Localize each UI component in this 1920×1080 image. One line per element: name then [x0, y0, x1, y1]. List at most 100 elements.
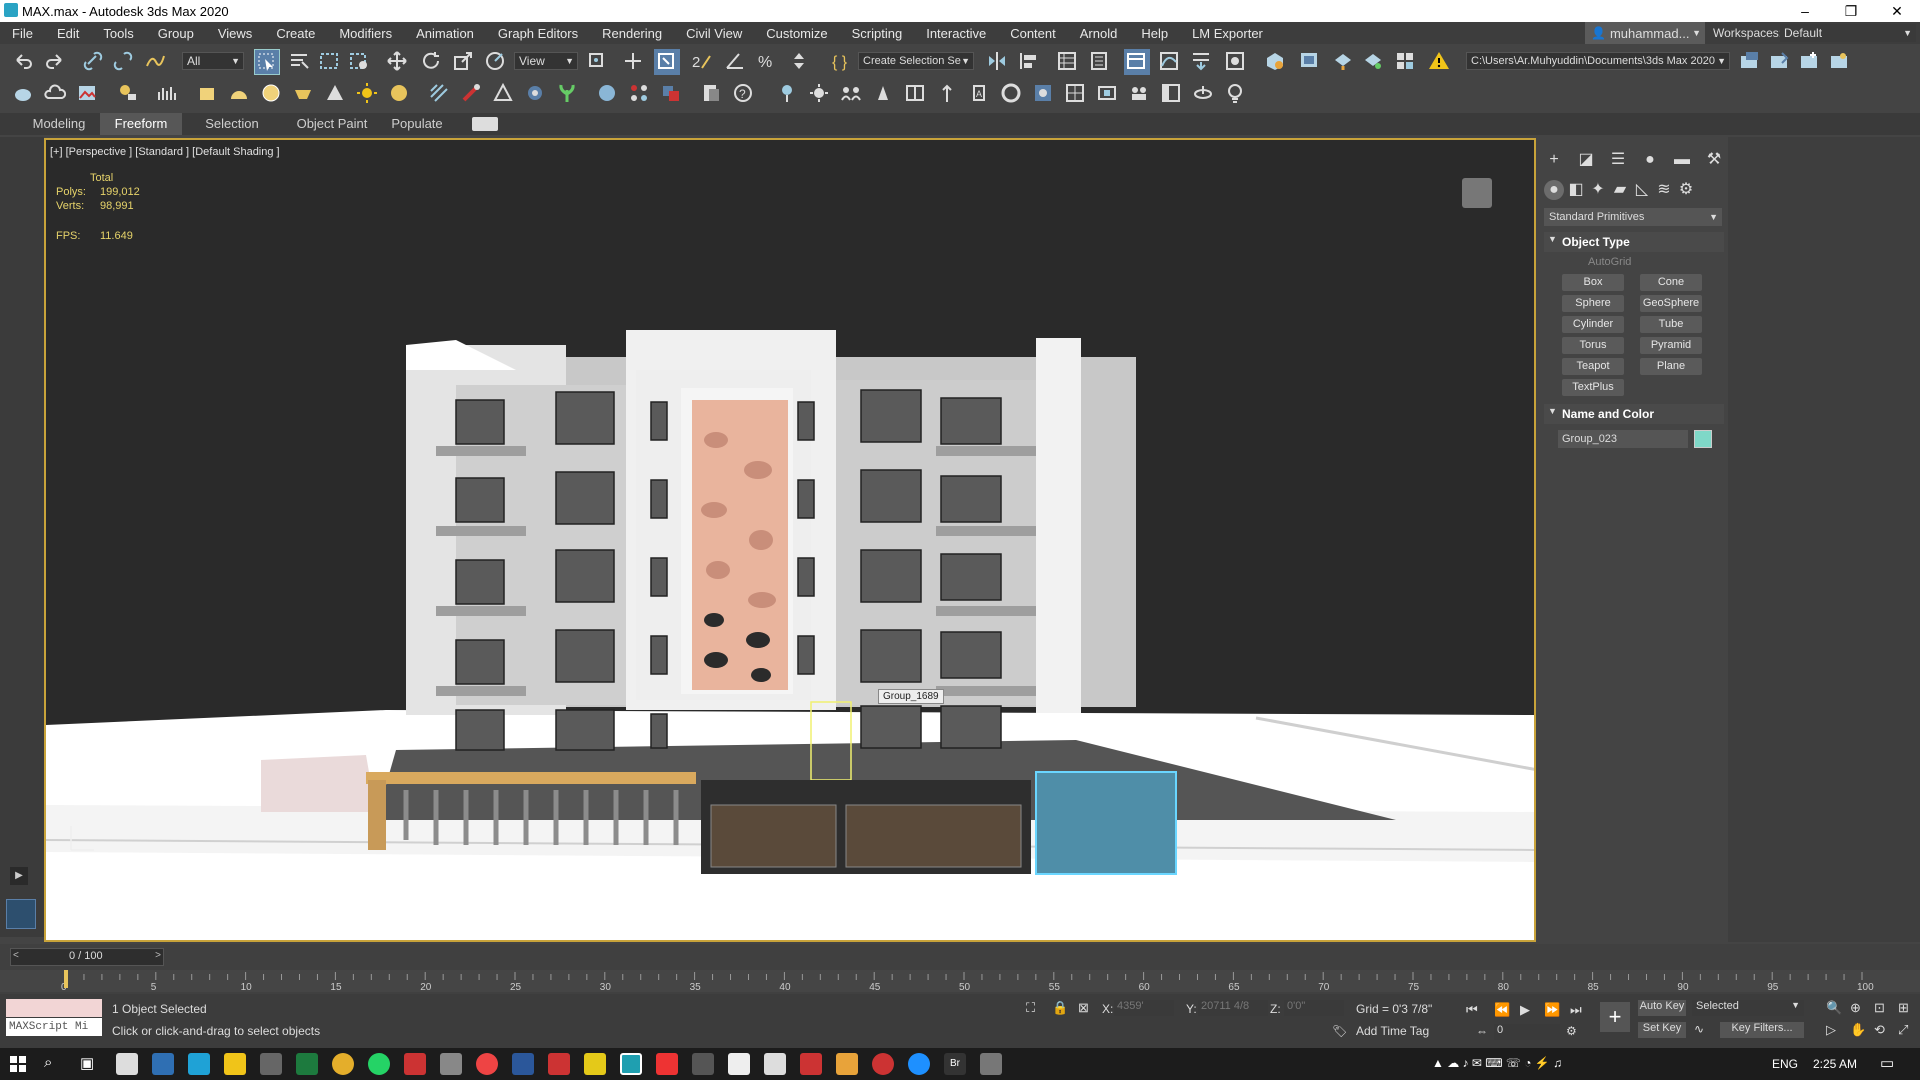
- app-icon[interactable]: [692, 1053, 714, 1075]
- rendered-frame-window-icon[interactable]: [1298, 50, 1320, 72]
- auto-key-button[interactable]: Auto Key: [1638, 1000, 1686, 1016]
- document-icon[interactable]: [700, 82, 722, 104]
- whatsapp-icon[interactable]: [368, 1053, 390, 1075]
- chrome-icon[interactable]: [332, 1053, 354, 1075]
- render-iterative-icon[interactable]: [1362, 50, 1384, 72]
- percent-snap-icon[interactable]: %: [756, 50, 778, 72]
- expand-arrow-icon[interactable]: ▶: [10, 867, 28, 885]
- zoom-icon[interactable]: 🔍: [1826, 1000, 1842, 1016]
- plane-button[interactable]: Plane: [1640, 358, 1702, 375]
- app-icon[interactable]: [980, 1053, 1002, 1075]
- link-icon[interactable]: [82, 50, 104, 72]
- play-icon[interactable]: ▶: [1520, 1002, 1530, 1018]
- selection-filter-dropdown[interactable]: All ▼: [182, 52, 244, 70]
- z-coord-field[interactable]: 0'0": [1284, 1000, 1344, 1016]
- lock-icon[interactable]: 🔒: [1052, 1000, 1068, 1016]
- menu-help[interactable]: Help: [1129, 26, 1180, 41]
- grid-pattern-icon[interactable]: [428, 82, 450, 104]
- 3ds-max-icon[interactable]: [620, 1053, 642, 1075]
- zoom-extents-all-icon[interactable]: ⊞: [1898, 1000, 1909, 1016]
- store-icon[interactable]: [260, 1053, 282, 1075]
- isolate-selection-icon[interactable]: ⛶: [1026, 1000, 1035, 1016]
- unlink-icon[interactable]: [112, 50, 134, 72]
- app-icon[interactable]: [872, 1053, 894, 1075]
- bowl-icon[interactable]: [292, 82, 314, 104]
- curve-editor-icon[interactable]: [1158, 50, 1180, 72]
- lights-category-icon[interactable]: ✦: [1588, 180, 1608, 200]
- x-coord-field[interactable]: 4359': [1114, 1000, 1174, 1016]
- viewport-layout-button[interactable]: [6, 899, 36, 929]
- spiral-icon[interactable]: [936, 82, 958, 104]
- menu-graph-editors[interactable]: Graph Editors: [486, 26, 590, 41]
- shapes-category-icon[interactable]: ◧: [1566, 180, 1586, 200]
- gear-sphere-icon[interactable]: [524, 82, 546, 104]
- teapot-icon[interactable]: [12, 82, 34, 104]
- app-icon[interactable]: [584, 1053, 606, 1075]
- menu-arnold[interactable]: Arnold: [1068, 26, 1130, 41]
- place-icon[interactable]: [484, 50, 506, 72]
- field-of-view-icon[interactable]: ▷: [1826, 1022, 1836, 1038]
- geometry-category-icon[interactable]: ●: [1544, 180, 1564, 200]
- box-button[interactable]: Box: [1562, 274, 1624, 291]
- app-icon[interactable]: [548, 1053, 570, 1075]
- y-coord-field[interactable]: 20711 4/8: [1198, 1000, 1268, 1016]
- prev-frame-icon[interactable]: <: [13, 950, 19, 961]
- cone-button[interactable]: Cone: [1640, 274, 1702, 291]
- set-key-plus-icon[interactable]: +: [1600, 1002, 1630, 1032]
- material-sphere-icon[interactable]: [596, 82, 618, 104]
- menu-tools[interactable]: Tools: [91, 26, 145, 41]
- circle-icon[interactable]: [260, 82, 282, 104]
- geosphere-button[interactable]: GeoSphere: [1640, 295, 1702, 312]
- scene-canvas[interactable]: [46, 140, 1536, 942]
- notification-icon[interactable]: ▭: [1880, 1054, 1894, 1072]
- clock[interactable]: 2:25 AM: [1813, 1057, 1857, 1071]
- pyramid-button[interactable]: Pyramid: [1640, 337, 1702, 354]
- key-mode-icon[interactable]: ⇔: [1476, 1024, 1488, 1038]
- object-type-rollout[interactable]: Object Type: [1544, 232, 1724, 252]
- modify-tab-icon[interactable]: ◪: [1576, 150, 1596, 170]
- systems-category-icon[interactable]: ⚙: [1676, 180, 1696, 200]
- ribbon-toggle-icon[interactable]: [472, 117, 498, 131]
- menu-customize[interactable]: Customize: [754, 26, 839, 41]
- torus-button[interactable]: Torus: [1562, 337, 1624, 354]
- project-folder-icon[interactable]: [1738, 50, 1760, 72]
- time-config-icon[interactable]: [1000, 82, 1022, 104]
- maxscript-mini-listener[interactable]: MAXScript Mi: [6, 1018, 102, 1036]
- create-project-icon[interactable]: [1798, 50, 1820, 72]
- create-tab-icon[interactable]: +: [1544, 150, 1564, 170]
- app-icon[interactable]: [836, 1053, 858, 1075]
- add-time-tag[interactable]: Add Time Tag: [1356, 1024, 1429, 1038]
- maximize-viewport-icon[interactable]: ⤢: [1898, 1022, 1908, 1038]
- project-settings-icon[interactable]: [1828, 50, 1850, 72]
- redo-icon[interactable]: [44, 50, 66, 72]
- space-warps-category-icon[interactable]: ≋: [1654, 180, 1674, 200]
- utilities-tab-icon[interactable]: ⚒: [1704, 150, 1724, 170]
- render-in-cloud-icon[interactable]: [1394, 50, 1416, 72]
- environment-icon[interactable]: [1032, 82, 1054, 104]
- material-editor-icon[interactable]: [1224, 50, 1246, 72]
- time-cursor[interactable]: [64, 970, 68, 988]
- pivot-center-icon[interactable]: [586, 50, 608, 72]
- warning-icon[interactable]: [1428, 50, 1450, 72]
- prev-key-icon[interactable]: ⏪: [1494, 1002, 1510, 1018]
- help-icon[interactable]: ?: [732, 82, 754, 104]
- schematic-view-icon[interactable]: [1190, 50, 1212, 72]
- pyramid-icon[interactable]: [492, 82, 514, 104]
- align-icon[interactable]: [1018, 50, 1040, 72]
- idea-bulb-icon[interactable]: [1224, 82, 1246, 104]
- reference-coordinate-dropdown[interactable]: View ▼: [514, 52, 578, 70]
- paint-icon[interactable]: [460, 82, 482, 104]
- snaps-toggle-icon[interactable]: 2: [690, 50, 712, 72]
- rotate-icon[interactable]: [420, 50, 442, 72]
- perspective-viewport[interactable]: [+] [Perspective ] [Standard ] [Default …: [44, 138, 1536, 942]
- object-color-swatch[interactable]: [1694, 430, 1712, 448]
- task-view-icon[interactable]: ▣: [80, 1054, 94, 1072]
- photoshop-icon[interactable]: [152, 1053, 174, 1075]
- app-icon[interactable]: [476, 1053, 498, 1075]
- bowl-gizmo-icon[interactable]: [1192, 82, 1214, 104]
- cylinder-button[interactable]: Cylinder: [1562, 316, 1624, 333]
- menu-modifiers[interactable]: Modifiers: [327, 26, 404, 41]
- sphere-light-icon[interactable]: [388, 82, 410, 104]
- tube-button[interactable]: Tube: [1640, 316, 1702, 333]
- minimize-button[interactable]: –: [1782, 0, 1828, 22]
